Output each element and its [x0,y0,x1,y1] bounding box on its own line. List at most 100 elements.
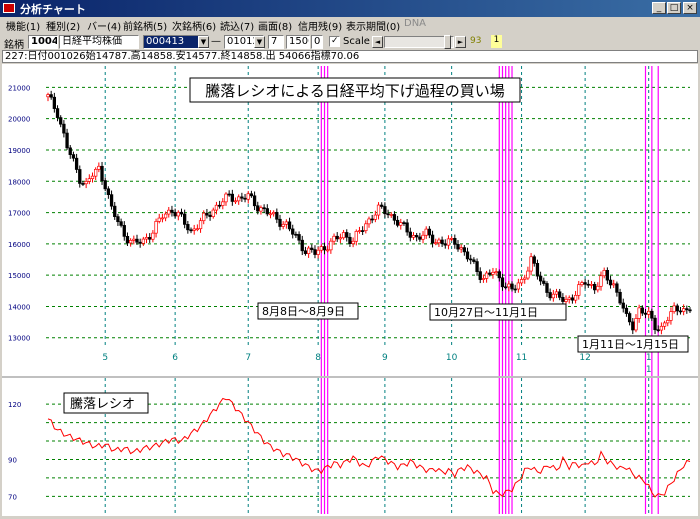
candle-body [195,228,200,231]
param3-field[interactable]: 0 [311,35,323,49]
month-tick-label: 12 [579,353,590,363]
candle-body [605,270,610,281]
candle-body [329,240,333,251]
candle-body [507,283,511,288]
menu-display-period[interactable]: 表示期間(0) [346,18,400,33]
candle-body [243,197,247,200]
candle-body [472,259,476,262]
month-tick-label: 10 [446,353,458,363]
menu-bar-style[interactable]: バー(4) [87,18,121,33]
candle-body [151,232,155,240]
menu-function[interactable]: 機能(1) [6,18,40,33]
end-date-dropdown-icon[interactable]: ▼ [254,36,265,48]
month-tick-label: 9 [382,353,388,363]
candle-body [278,218,282,227]
candle-body [415,235,419,238]
slider-right-arrow-icon[interactable]: ► [455,36,466,48]
maximize-button[interactable]: □ [667,2,681,14]
data-info-bar: 227:日付001026始14787.高14858.安14577.終14858.… [2,50,698,63]
chart-pane[interactable]: 13000 14000 15000 16000 17000 18000 19000 20000… [2,64,698,516]
price-tick-label: 16000 [8,241,30,249]
candle-body [510,283,514,290]
minimize-button[interactable]: _ [652,2,666,14]
candle-body [640,307,644,314]
candle-body [627,313,632,323]
candle-body [68,147,72,155]
candle-body [478,271,482,280]
candle-body [430,234,435,244]
scale-checkbox[interactable]: ✓ [329,36,340,47]
candle-body [494,271,498,274]
candle-body [100,165,104,181]
candle-body [256,205,260,212]
param1-field[interactable]: 7 [268,35,284,49]
candle-body [532,256,536,264]
candle-body [484,272,489,279]
candle-body [297,234,301,241]
stock-code-field[interactable]: 1004 [28,35,58,49]
menu-prev-stock[interactable]: 前銘柄(5) [123,18,167,33]
candle-body [392,214,397,221]
buy-zone-label: 1月11日～1月15日 [582,338,679,351]
candle-body [46,94,50,98]
candle-body [529,256,533,272]
candle-body [621,302,625,309]
candle-body [300,239,304,252]
candle-body [383,206,387,215]
menu-load[interactable]: 読込(7) [220,18,254,33]
buy-zone-label: 10月27日～11月1日 [434,306,538,319]
param2-field[interactable]: 1500 [286,35,310,49]
zoom-slider-thumb[interactable] [444,35,451,49]
candle-body [272,211,276,215]
menu-next-stock[interactable]: 次銘柄(6) [172,18,216,33]
candle-body [688,309,692,312]
page-badge: 1 [491,35,502,48]
candle-body [179,211,184,215]
title-bar[interactable]: 分析チャート _ □ × [0,0,700,17]
candle-body [647,310,651,315]
candle-body [326,249,330,252]
candle-body [202,212,206,222]
candle-body [656,329,660,332]
menu-type[interactable]: 種別(2) [46,18,80,33]
candle-body [170,209,174,213]
candle-body [551,293,555,299]
menu-margin-balance[interactable]: 信用残(9) [298,18,342,33]
candle-body [440,239,444,245]
slider-left-arrow-icon[interactable]: ◄ [372,36,383,48]
stock-name-field[interactable]: 日経平均株価 [59,35,139,49]
candle-body [538,275,543,282]
candle-body [119,221,123,226]
price-tick-label: 14000 [8,303,30,311]
candle-body [380,204,384,207]
candle-body [122,225,126,237]
candle-body [332,235,336,242]
year-tick-label: 1 [646,365,652,375]
start-date-dropdown-icon[interactable]: ▼ [198,36,209,48]
candle-body [558,291,562,298]
candle-body [399,222,403,226]
candle-body [205,212,209,216]
candle-body [240,196,244,199]
candle-body [561,297,565,302]
candle-body [49,94,53,98]
candle-body [634,318,638,331]
close-button[interactable]: × [683,2,697,14]
candle-body [402,222,406,224]
candle-body [176,211,180,217]
main-chart-title: 騰落レシオによる日経平均下げ過程の買い場 [205,82,505,100]
candle-body [71,154,76,159]
candle-body [116,216,120,223]
candle-body [418,236,422,240]
candle-body [313,249,317,255]
candle-body [214,204,219,211]
candle-body [669,311,673,321]
chart-canvas[interactable]: 13000 14000 15000 16000 17000 18000 19000 20000… [2,64,698,516]
candle-body [281,223,285,227]
menu-screen[interactable]: 画面(8) [258,18,292,33]
candle-body [675,305,679,312]
candle-body [224,193,228,203]
candle-body [364,223,368,231]
candle-body [198,220,203,230]
candle-body [144,237,149,240]
